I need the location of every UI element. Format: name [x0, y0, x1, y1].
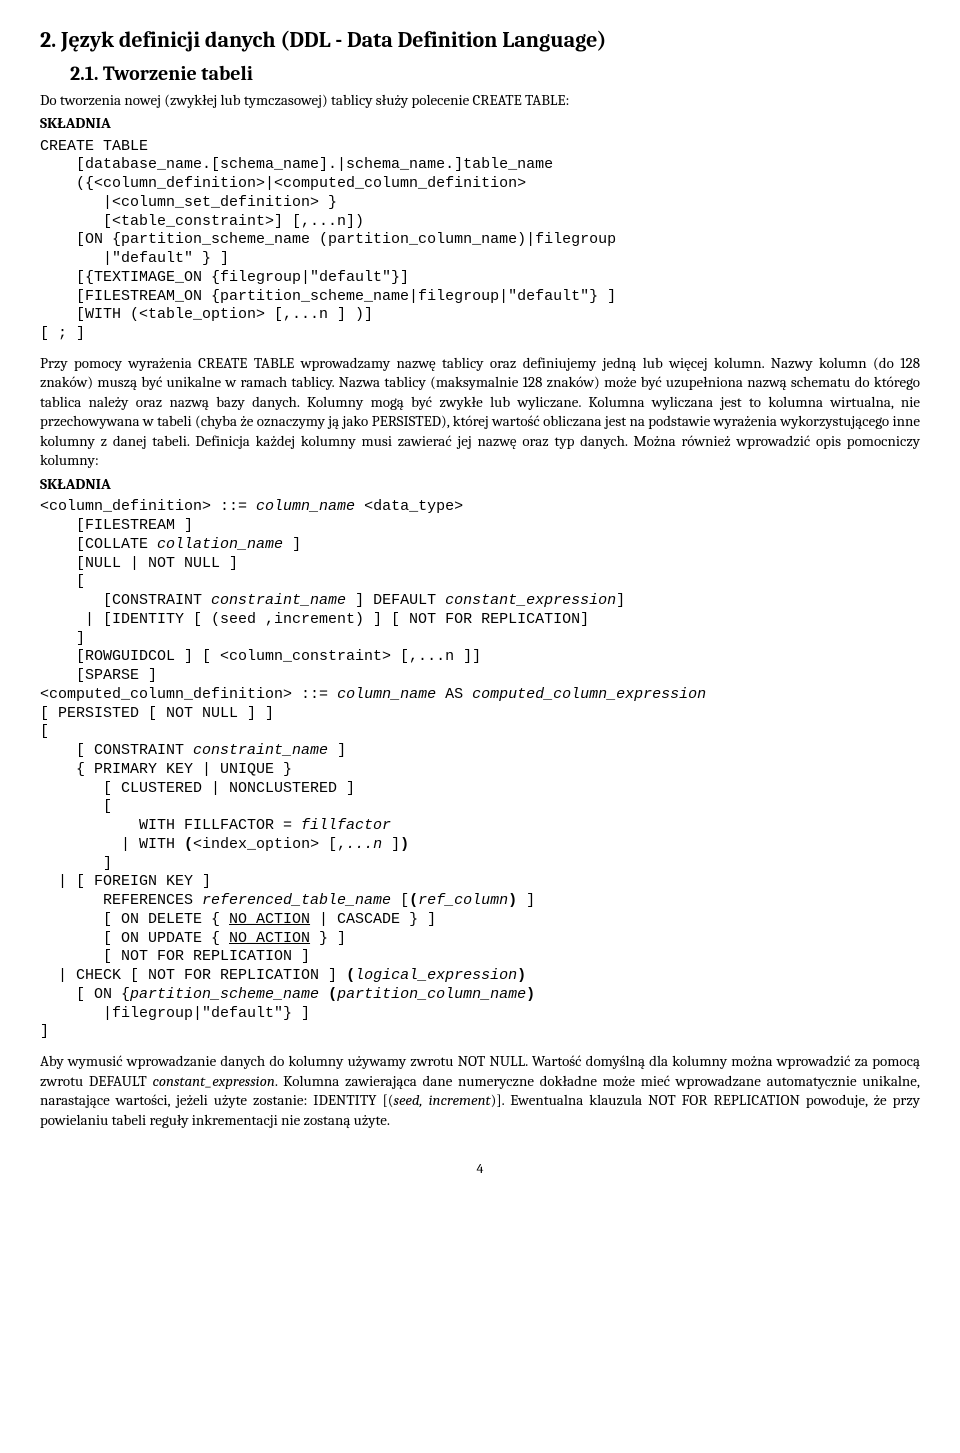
- skladnia-label-1: SKŁADNIA: [40, 114, 920, 134]
- code-block-create-table: CREATE TABLE [database_name.[schema_name…: [40, 138, 920, 344]
- section-heading: 2. Język definicji danych (DDL - Data De…: [40, 26, 920, 55]
- closing-paragraph: Aby wymusić wprowadzanie danych do kolum…: [40, 1052, 920, 1130]
- code-block-column-definition: <column_definition> ::= column_name <dat…: [40, 498, 920, 1042]
- description-paragraph: Przy pomocy wyrażenia CREATE TABLE wprow…: [40, 354, 920, 471]
- page-number: 4: [40, 1160, 920, 1178]
- subsection-heading: 2.1. Tworzenie tabeli: [70, 61, 920, 87]
- skladnia-label-2: SKŁADNIA: [40, 475, 920, 495]
- intro-paragraph: Do tworzenia nowej (zwykłej lub tymczaso…: [40, 91, 920, 111]
